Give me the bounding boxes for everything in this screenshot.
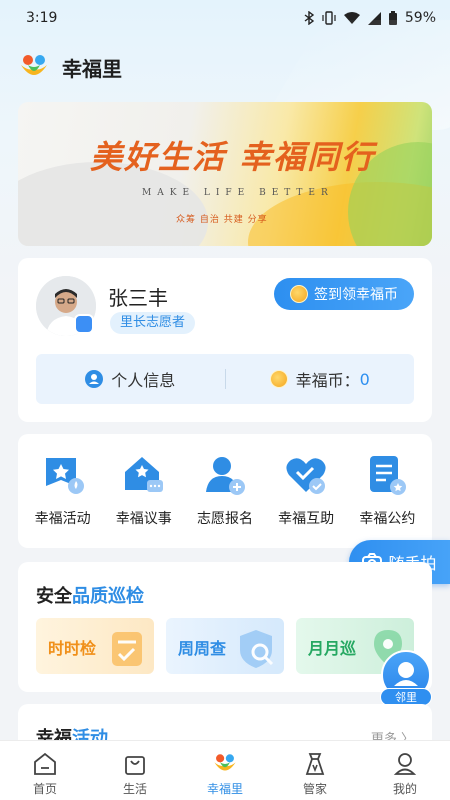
activity-flag-icon: [45, 458, 84, 494]
tab-label: 幸福里: [206, 782, 243, 796]
building-badge-icon: [74, 314, 94, 334]
tile-realtime-check[interactable]: 时时检: [36, 618, 154, 674]
tab-butler[interactable]: 管家: [270, 741, 360, 800]
role-badge: 里长志愿者: [110, 312, 196, 334]
home-icon: [34, 752, 56, 775]
checklist-icon: [112, 632, 142, 666]
person-icon: [85, 370, 104, 388]
tab-home[interactable]: 首页: [0, 741, 90, 800]
service-label: 志愿报名: [196, 511, 253, 527]
coin-value: 0: [359, 369, 370, 389]
inspection-title-prefix: 安全: [36, 586, 72, 607]
checkin-label: 签到领幸福币: [314, 287, 398, 303]
tab-label: 管家: [302, 782, 327, 796]
xingfuli-logo-icon: [21, 55, 47, 75]
personal-info-label: 个人信息: [111, 371, 176, 390]
inspection-card: 安全品质巡检 时时检 周周查 月月巡: [18, 562, 432, 692]
bottom-tab-bar: 首页 生活 幸福里 管家 我的: [0, 740, 450, 800]
services-grid: 幸福活动 幸福议事 志愿报名 幸福互助 幸福公约: [18, 434, 432, 548]
neighbor-button[interactable]: 邻里: [380, 650, 432, 708]
service-mutual-aid[interactable]: 幸福互助: [266, 452, 346, 548]
butler-icon: [305, 753, 325, 775]
service-convention[interactable]: 幸福公约: [347, 452, 427, 548]
app-header: 幸福里: [18, 50, 122, 84]
promo-banner[interactable]: 美好生活 幸福同行 MAKE LIFE BETTER 众筹 自治 共建 分享: [18, 102, 432, 246]
tab-label: 生活: [122, 782, 147, 796]
discussion-house-icon: [124, 457, 163, 492]
coin-balance-link[interactable]: 幸福币： 0: [226, 367, 415, 391]
service-label: 幸福议事: [115, 511, 172, 527]
bluetooth-icon: [304, 11, 314, 25]
service-discussion[interactable]: 幸福议事: [104, 452, 184, 548]
tab-life[interactable]: 生活: [90, 741, 180, 800]
profile-info-row: 个人信息 幸福币： 0: [36, 354, 414, 404]
tile-label: 周周查: [178, 639, 227, 658]
service-label: 幸福公约: [359, 511, 416, 527]
page-title: 幸福里: [62, 56, 122, 81]
coin-icon: [290, 285, 308, 303]
shopping-bag-icon: [125, 756, 145, 775]
tab-xingfuli[interactable]: 幸福里: [180, 741, 270, 800]
xingfuli-logo-icon: [214, 754, 236, 771]
banner-title: 美好生活 幸福同行: [90, 138, 376, 176]
banner-tags: 众筹 自治 共建 分享: [176, 215, 268, 225]
status-time: 3:19: [26, 10, 58, 26]
banner-subtitle: MAKE LIFE BETTER: [142, 188, 334, 198]
inspection-title-accent: 品质巡检: [72, 586, 144, 607]
tab-label: 首页: [32, 782, 57, 796]
service-label: 幸福互助: [278, 511, 335, 527]
profile-icon: [393, 753, 417, 775]
tile-label: 月月巡: [308, 639, 357, 658]
coin-label: 幸福币：: [295, 371, 360, 390]
mutual-aid-heart-icon: [286, 458, 326, 494]
profile-card: 张三丰 里长志愿者 签到领幸福币 个人信息 幸福币： 0: [18, 258, 432, 422]
inspection-tiles: 时时检 周周查 月月巡: [36, 618, 414, 674]
coin-icon: [269, 370, 288, 388]
checkin-button[interactable]: 签到领幸福币: [274, 278, 414, 310]
tab-label: 我的: [392, 782, 417, 796]
tab-mine[interactable]: 我的: [360, 741, 450, 800]
tile-label: 时时检: [48, 639, 97, 658]
service-volunteer[interactable]: 志愿报名: [185, 452, 265, 548]
user-name: 张三丰: [108, 286, 168, 310]
volunteer-person-icon: [205, 457, 245, 495]
service-label: 幸福活动: [34, 511, 91, 527]
inspection-title: 安全品质巡检: [36, 582, 144, 608]
service-activity[interactable]: 幸福活动: [23, 452, 103, 548]
personal-info-link[interactable]: 个人信息: [36, 367, 225, 391]
shield-search-icon: [240, 630, 274, 668]
convention-document-icon: [370, 456, 407, 495]
tile-weekly-check[interactable]: 周周查: [166, 618, 284, 674]
